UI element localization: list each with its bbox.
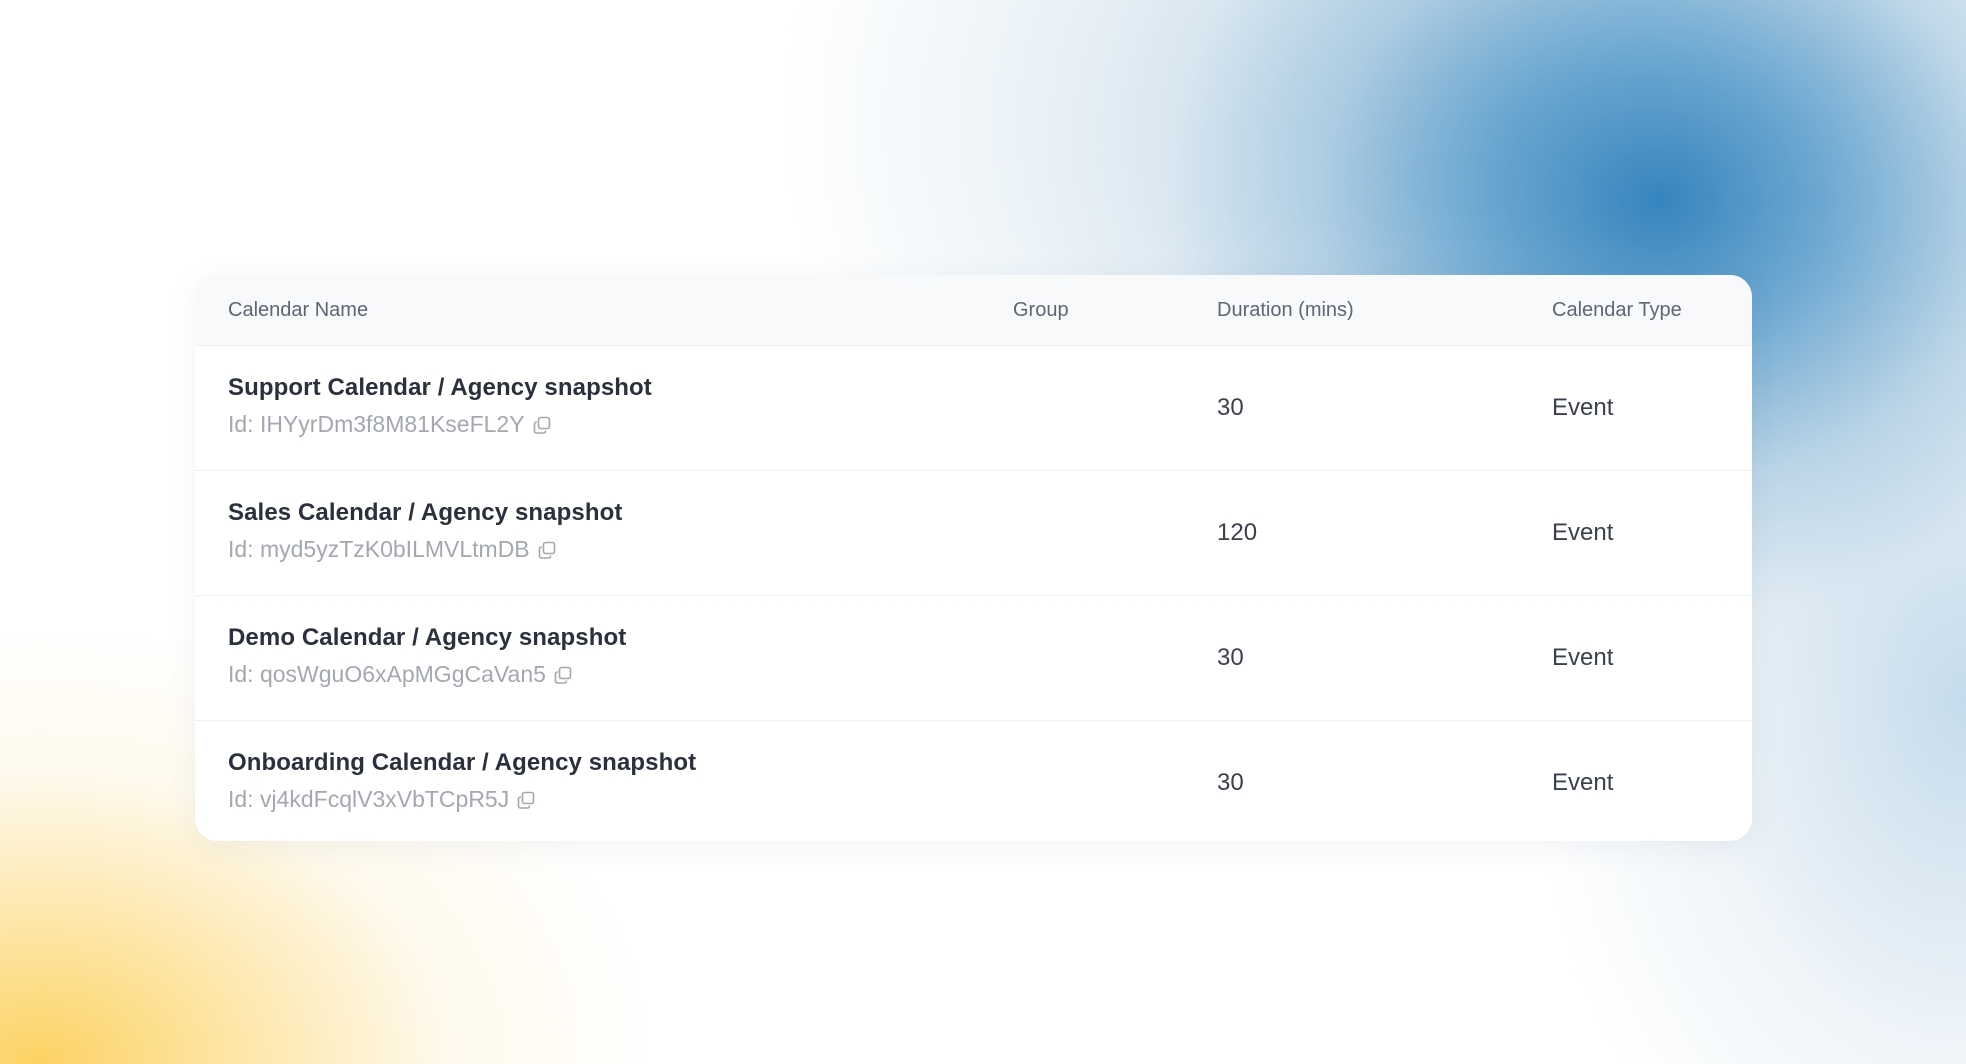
- copy-icon[interactable]: [538, 541, 556, 559]
- table-row[interactable]: Support Calendar / Agency snapshot Id: I…: [195, 346, 1752, 471]
- table-row[interactable]: Sales Calendar / Agency snapshot Id: myd…: [195, 471, 1752, 596]
- calendar-type-cell: Event: [1552, 644, 1614, 671]
- calendar-title[interactable]: Onboarding Calendar / Agency snapshot: [228, 749, 696, 777]
- calendar-title[interactable]: Support Calendar / Agency snapshot: [228, 374, 652, 402]
- duration-cell: 30: [1217, 644, 1244, 671]
- calendar-name-cell: Onboarding Calendar / Agency snapshot Id…: [228, 749, 696, 813]
- calendar-id: Id: IHYyrDm3f8M81KseFL2Y: [228, 411, 652, 438]
- table-row[interactable]: Onboarding Calendar / Agency snapshot Id…: [195, 721, 1752, 841]
- calendar-title[interactable]: Sales Calendar / Agency snapshot: [228, 499, 622, 527]
- duration-cell: 30: [1217, 394, 1244, 421]
- copy-icon[interactable]: [517, 791, 535, 809]
- calendar-name-cell: Sales Calendar / Agency snapshot Id: myd…: [228, 499, 622, 563]
- calendars-table: Calendar Name Group Duration (mins) Cale…: [195, 275, 1752, 841]
- calendar-type-cell: Event: [1552, 769, 1614, 796]
- copy-icon[interactable]: [533, 416, 551, 434]
- calendar-id-text: Id: myd5yzTzK0bILMVLtmDB: [228, 536, 530, 562]
- header-group[interactable]: Group: [1013, 275, 1069, 345]
- header-calendar-name[interactable]: Calendar Name: [228, 275, 368, 345]
- calendar-id: Id: qosWguO6xApMGgCaVan5: [228, 661, 626, 688]
- calendar-id-text: Id: IHYyrDm3f8M81KseFL2Y: [228, 411, 525, 437]
- calendar-name-cell: Demo Calendar / Agency snapshot Id: qosW…: [228, 624, 626, 688]
- calendar-type-cell: Event: [1552, 519, 1614, 546]
- calendar-title[interactable]: Demo Calendar / Agency snapshot: [228, 624, 626, 652]
- duration-cell: 120: [1217, 519, 1258, 546]
- calendar-id: Id: myd5yzTzK0bILMVLtmDB: [228, 536, 622, 563]
- calendar-id-text: Id: qosWguO6xApMGgCaVan5: [228, 661, 546, 687]
- header-calendar-type[interactable]: Calendar Type: [1552, 275, 1682, 345]
- header-duration[interactable]: Duration (mins): [1217, 275, 1354, 345]
- duration-cell: 30: [1217, 769, 1244, 796]
- calendar-name-cell: Support Calendar / Agency snapshot Id: I…: [228, 374, 652, 438]
- calendar-type-cell: Event: [1552, 394, 1614, 421]
- calendar-id: Id: vj4kdFcqlV3xVbTCpR5J: [228, 786, 696, 813]
- table-row[interactable]: Demo Calendar / Agency snapshot Id: qosW…: [195, 596, 1752, 721]
- table-header: Calendar Name Group Duration (mins) Cale…: [195, 275, 1752, 346]
- copy-icon[interactable]: [554, 666, 572, 684]
- calendar-id-text: Id: vj4kdFcqlV3xVbTCpR5J: [228, 786, 510, 812]
